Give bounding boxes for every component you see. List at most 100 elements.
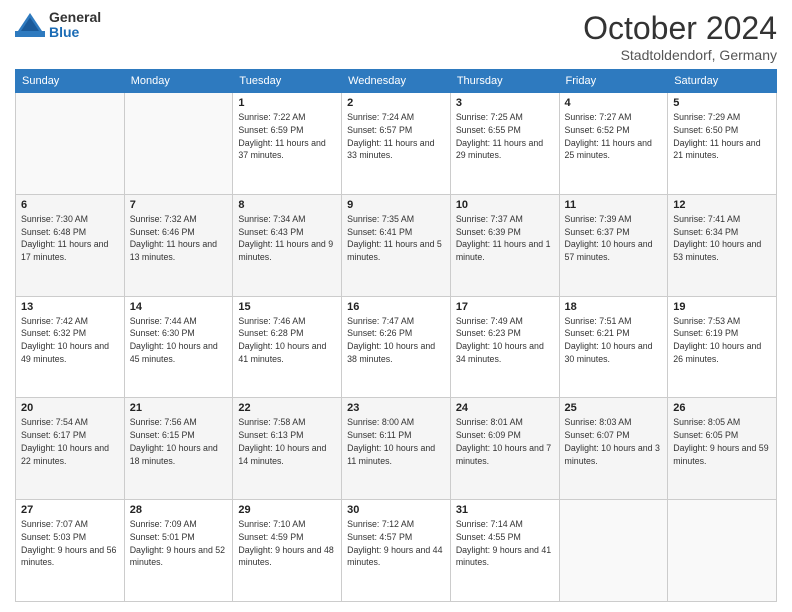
calendar-cell: 25 Sunrise: 8:03 AM Sunset: 6:07 PM Dayli… [559,398,668,500]
calendar-cell: 30 Sunrise: 7:12 AM Sunset: 4:57 PM Dayli… [342,500,451,602]
day-info: Sunrise: 7:44 AM Sunset: 6:30 PM Dayligh… [130,315,228,366]
day-number: 27 [21,504,119,516]
title-section: October 2024 Stadtoldendorf, Germany [583,10,777,63]
day-info: Sunrise: 7:56 AM Sunset: 6:15 PM Dayligh… [130,416,228,467]
day-number: 28 [130,504,228,516]
calendar-cell: 18 Sunrise: 7:51 AM Sunset: 6:21 PM Dayli… [559,296,668,398]
day-number: 13 [21,301,119,313]
calendar-cell: 3 Sunrise: 7:25 AM Sunset: 6:55 PM Daylig… [450,93,559,195]
logo-general-text: General [49,10,101,25]
logo: General Blue [15,10,101,41]
weekday-header-saturday: Saturday [668,70,777,93]
location: Stadtoldendorf, Germany [583,47,777,63]
calendar-cell: 26 Sunrise: 8:05 AM Sunset: 6:05 PM Dayli… [668,398,777,500]
day-info: Sunrise: 7:10 AM Sunset: 4:59 PM Dayligh… [238,518,336,569]
day-info: Sunrise: 7:14 AM Sunset: 4:55 PM Dayligh… [456,518,554,569]
day-info: Sunrise: 7:42 AM Sunset: 6:32 PM Dayligh… [21,315,119,366]
day-number: 1 [238,97,336,109]
calendar-cell: 1 Sunrise: 7:22 AM Sunset: 6:59 PM Daylig… [233,93,342,195]
calendar-cell: 5Sunrise: 7:29 AM Sunset: 6:50 PM Daylig… [668,93,777,195]
day-number: 16 [347,301,445,313]
calendar-cell: 7 Sunrise: 7:32 AM Sunset: 6:46 PM Daylig… [124,194,233,296]
calendar-cell [16,93,125,195]
calendar-cell: 29 Sunrise: 7:10 AM Sunset: 4:59 PM Dayli… [233,500,342,602]
month-title: October 2024 [583,10,777,47]
calendar-cell: 14Sunrise: 7:44 AM Sunset: 6:30 PM Dayli… [124,296,233,398]
day-number: 4 [565,97,663,109]
weekday-header-thursday: Thursday [450,70,559,93]
calendar-cell: 27Sunrise: 7:07 AM Sunset: 5:03 PM Dayli… [16,500,125,602]
weekday-header-row: SundayMondayTuesdayWednesdayThursdayFrid… [16,70,777,93]
logo-text: General Blue [49,10,101,41]
calendar-week-row: 13 Sunrise: 7:42 AM Sunset: 6:32 PM Dayli… [16,296,777,398]
day-info: Sunrise: 7:09 AM Sunset: 5:01 PM Dayligh… [130,518,228,569]
logo-blue-text: Blue [49,25,101,40]
calendar-cell: 11Sunrise: 7:39 AM Sunset: 6:37 PM Dayli… [559,194,668,296]
weekday-header-monday: Monday [124,70,233,93]
day-number: 9 [347,199,445,211]
day-number: 15 [238,301,336,313]
calendar-week-row: 20Sunrise: 7:54 AM Sunset: 6:17 PM Dayli… [16,398,777,500]
calendar-cell: 12 Sunrise: 7:41 AM Sunset: 6:34 PM Dayli… [668,194,777,296]
day-number: 2 [347,97,445,109]
day-number: 31 [456,504,554,516]
day-number: 7 [130,199,228,211]
calendar-cell: 15Sunrise: 7:46 AM Sunset: 6:28 PM Dayli… [233,296,342,398]
day-info: Sunrise: 7:35 AM Sunset: 6:41 PM Dayligh… [347,213,445,264]
day-number: 10 [456,199,554,211]
calendar-cell: 28 Sunrise: 7:09 AM Sunset: 5:01 PM Dayli… [124,500,233,602]
calendar-week-row: 6Sunrise: 7:30 AM Sunset: 6:48 PM Daylig… [16,194,777,296]
day-number: 30 [347,504,445,516]
day-info: Sunrise: 7:12 AM Sunset: 4:57 PM Dayligh… [347,518,445,569]
calendar-cell: 21Sunrise: 7:56 AM Sunset: 6:15 PM Dayli… [124,398,233,500]
calendar-cell [668,500,777,602]
day-info: Sunrise: 7:51 AM Sunset: 6:21 PM Dayligh… [565,315,663,366]
calendar-cell: 10Sunrise: 7:37 AM Sunset: 6:39 PM Dayli… [450,194,559,296]
calendar-cell: 19Sunrise: 7:53 AM Sunset: 6:19 PM Dayli… [668,296,777,398]
calendar-cell: 4 Sunrise: 7:27 AM Sunset: 6:52 PM Daylig… [559,93,668,195]
day-number: 8 [238,199,336,211]
weekday-header-friday: Friday [559,70,668,93]
day-number: 24 [456,402,554,414]
day-number: 11 [565,199,663,211]
day-info: Sunrise: 7:49 AM Sunset: 6:23 PM Dayligh… [456,315,554,366]
day-number: 26 [673,402,771,414]
day-info: Sunrise: 8:00 AM Sunset: 6:11 PM Dayligh… [347,416,445,467]
calendar-cell: 8 Sunrise: 7:34 AM Sunset: 6:43 PM Daylig… [233,194,342,296]
day-number: 6 [21,199,119,211]
weekday-header-tuesday: Tuesday [233,70,342,93]
logo-icon [15,10,45,40]
calendar-cell: 9 Sunrise: 7:35 AM Sunset: 6:41 PM Daylig… [342,194,451,296]
calendar-cell: 31 Sunrise: 7:14 AM Sunset: 4:55 PM Dayli… [450,500,559,602]
day-info: Sunrise: 8:01 AM Sunset: 6:09 PM Dayligh… [456,416,554,467]
day-info: Sunrise: 7:54 AM Sunset: 6:17 PM Dayligh… [21,416,119,467]
day-number: 12 [673,199,771,211]
day-number: 19 [673,301,771,313]
day-info: Sunrise: 7:34 AM Sunset: 6:43 PM Dayligh… [238,213,336,264]
calendar-cell [559,500,668,602]
day-number: 3 [456,97,554,109]
day-number: 25 [565,402,663,414]
calendar-week-row: 1 Sunrise: 7:22 AM Sunset: 6:59 PM Daylig… [16,93,777,195]
calendar-cell: 24 Sunrise: 8:01 AM Sunset: 6:09 PM Dayli… [450,398,559,500]
calendar-cell: 20Sunrise: 7:54 AM Sunset: 6:17 PM Dayli… [16,398,125,500]
calendar-cell: 16Sunrise: 7:47 AM Sunset: 6:26 PM Dayli… [342,296,451,398]
day-info: Sunrise: 8:05 AM Sunset: 6:05 PM Dayligh… [673,416,771,467]
day-info: Sunrise: 7:27 AM Sunset: 6:52 PM Dayligh… [565,111,663,162]
calendar-cell [124,93,233,195]
day-info: Sunrise: 7:41 AM Sunset: 6:34 PM Dayligh… [673,213,771,264]
day-info: Sunrise: 7:22 AM Sunset: 6:59 PM Dayligh… [238,111,336,162]
day-info: Sunrise: 7:58 AM Sunset: 6:13 PM Dayligh… [238,416,336,467]
day-info: Sunrise: 7:25 AM Sunset: 6:55 PM Dayligh… [456,111,554,162]
day-info: Sunrise: 7:32 AM Sunset: 6:46 PM Dayligh… [130,213,228,264]
calendar-cell: 23 Sunrise: 8:00 AM Sunset: 6:11 PM Dayli… [342,398,451,500]
day-number: 23 [347,402,445,414]
calendar-cell: 6Sunrise: 7:30 AM Sunset: 6:48 PM Daylig… [16,194,125,296]
day-info: Sunrise: 8:03 AM Sunset: 6:07 PM Dayligh… [565,416,663,467]
calendar-table: SundayMondayTuesdayWednesdayThursdayFrid… [15,69,777,602]
day-number: 17 [456,301,554,313]
day-number: 18 [565,301,663,313]
day-number: 29 [238,504,336,516]
weekday-header-wednesday: Wednesday [342,70,451,93]
day-info: Sunrise: 7:24 AM Sunset: 6:57 PM Dayligh… [347,111,445,162]
